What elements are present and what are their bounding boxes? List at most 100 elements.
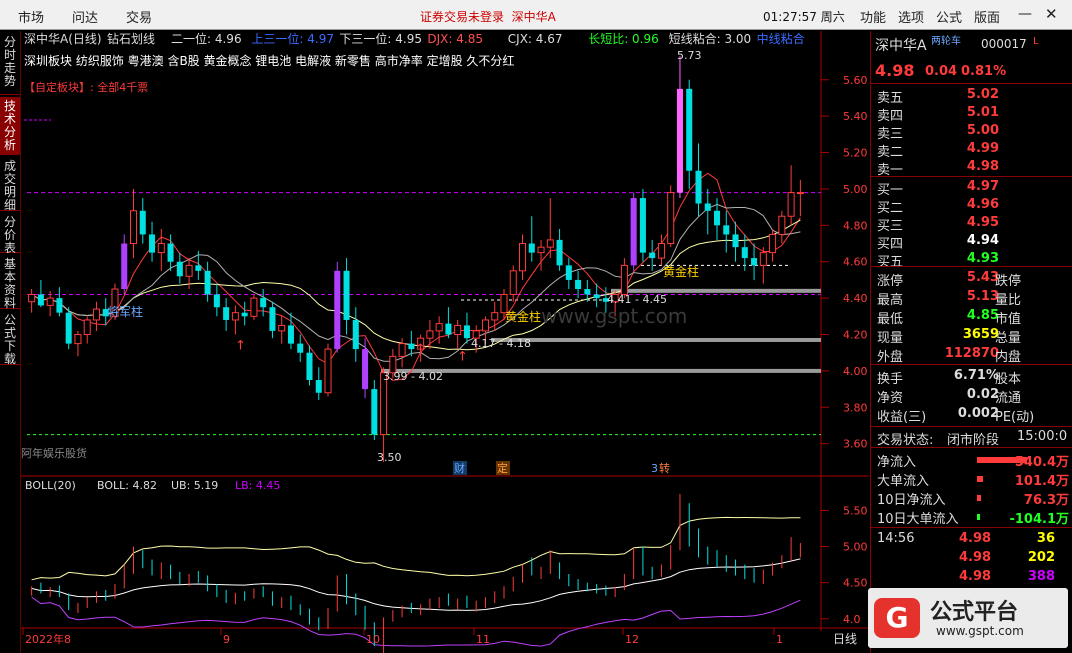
menu-layout[interactable]: 版面 (974, 7, 1000, 26)
ask-row[interactable]: 卖一 4.98 (875, 159, 1069, 178)
price-tick-label: 3.80 (843, 401, 868, 414)
ask-row[interactable]: 卖二 4.99 (875, 141, 1069, 160)
menu-access[interactable]: 问达 (72, 7, 98, 26)
author-tag: 阿年娱乐股货 (21, 446, 87, 460)
header-value-4: DJX: 4.85 (427, 32, 483, 46)
custom-block: 【自定板块】: 全部4千票 (24, 80, 148, 94)
candle-body (787, 192, 795, 217)
candle-body (92, 308, 100, 321)
support-band (491, 337, 821, 342)
flow-bar (977, 514, 980, 520)
price-tick-label: 5.20 (843, 147, 868, 160)
candle-body (398, 343, 406, 357)
quote-name: 深中华A (875, 38, 927, 54)
range-label-2: 4.17 - 4.18 (471, 337, 531, 350)
candle-body (509, 270, 517, 295)
period-label[interactable]: 日线 (833, 632, 857, 646)
ask-row[interactable]: 卖五 5.02 (875, 87, 1069, 106)
gold-bar-label-2: 黄金柱 (663, 264, 699, 279)
menu-trade[interactable]: 交易 (126, 7, 152, 26)
candle-body (463, 325, 470, 339)
candle-body (556, 239, 563, 266)
candle-body (575, 279, 582, 290)
candle-body (46, 297, 54, 306)
side-tab-1[interactable]: 分时走势 (0, 33, 20, 95)
candle-body (250, 297, 258, 317)
login-status: 证券交易未登录 深中华A (420, 10, 556, 24)
flow-row: 10日净流入 76.3万 (877, 493, 1069, 508)
boll-ub: UB: 5.19 (171, 479, 218, 492)
candle-body (231, 312, 239, 321)
header-value-7: 短线粘合: 3.00 (669, 31, 752, 46)
bid-row[interactable]: 买一 4.97 (875, 179, 1069, 198)
ask-row[interactable]: 卖三 5.00 (875, 123, 1069, 142)
header-value-6: 长短比: 0.96 (588, 32, 659, 46)
candle-body (454, 324, 462, 336)
header-value-3: 下三一位: 4.95 (339, 31, 422, 46)
candle-body (352, 319, 359, 350)
price-tick-label: 4.80 (843, 219, 868, 232)
candle-body (223, 307, 230, 320)
side-tab-2[interactable]: 技术分析 (0, 97, 20, 155)
flow-bar (977, 495, 981, 501)
minimize-icon[interactable]: — (1018, 6, 1032, 22)
candle-body (723, 225, 730, 235)
candle-body (686, 88, 693, 171)
price-tick-label: 5.60 (843, 74, 868, 87)
side-tab-4[interactable]: 分价表 (0, 213, 20, 255)
menu-options[interactable]: 选项 (898, 7, 924, 26)
stat-row: 最低 4.85 市值 (877, 308, 1022, 327)
flow-row: 净流入 540.4万 (877, 455, 1069, 470)
active-stock: 深中华A (511, 10, 556, 24)
buy-arrow-icon: ↑ (415, 342, 426, 357)
ding-marker: 定 (497, 461, 508, 475)
menu-market[interactable]: 市场 (18, 7, 44, 26)
boll-lb: LB: 4.45 (235, 479, 280, 492)
date-label: 2022年8 (25, 632, 71, 646)
price-tick-label: 5.00 (843, 183, 868, 196)
side-tabs: 分时走势 技术分析 成交明细 分价表 基本资料 公式下载 (0, 31, 21, 653)
bid-row[interactable]: 买四 4.94 (875, 233, 1069, 252)
side-tab-5[interactable]: 基本资料 (0, 255, 20, 310)
date-label: 10 (366, 633, 380, 646)
kline-chart[interactable]: 深中华A(日线) 钻石划线 二一位: 4.96 上三一位: 4.97 下三一位: 4… (21, 31, 869, 653)
clock: 01:27:57 周六 (763, 10, 845, 24)
close-icon[interactable]: ✕ (1045, 5, 1058, 23)
side-tab-3[interactable]: 成交明细 (0, 157, 20, 212)
gold-bar-label-1: 黄金柱 (505, 309, 541, 324)
candle-body (528, 243, 535, 253)
candle-body (185, 264, 193, 277)
candle-body (667, 192, 675, 245)
candle-body (408, 343, 415, 350)
candle-body (769, 233, 777, 254)
bid-row[interactable]: 买二 4.96 (875, 197, 1069, 216)
flow-row: 大单流入 101.4万 (877, 474, 1069, 489)
date-label: 11 (476, 633, 490, 646)
candle-body (195, 265, 202, 271)
candle-body (546, 239, 554, 248)
stat-row: 最高 5.13 量比 (877, 289, 1022, 308)
candle-body (491, 312, 499, 321)
stat-row: 外盘 112870 内盘 (877, 346, 1022, 365)
bid-row[interactable]: 买三 4.95 (875, 215, 1069, 234)
candle-body (343, 270, 350, 320)
indicator-name[interactable]: 钻石划线 (107, 31, 155, 46)
quote-code: 000017 (981, 37, 1027, 51)
candle-body (362, 349, 369, 390)
candle-body (167, 243, 174, 262)
menu-function[interactable]: 功能 (860, 7, 886, 26)
stat-row: 净资 0.02 流通 (877, 387, 1022, 406)
ask-row[interactable]: 卖四 5.01 (875, 105, 1069, 124)
date-label: 12 (625, 633, 639, 646)
menu-formula[interactable]: 公式 (936, 7, 962, 26)
candle-body (28, 293, 36, 303)
header-value-5: CJX: 4.67 (508, 32, 563, 46)
trade-state: 交易状态: 闭市阶段 15:00:0 (877, 429, 1068, 448)
candle-body (593, 294, 600, 299)
header-value-1: 二一位: 4.96 (171, 31, 242, 46)
range-label-1: 3.99 - 4.02 (383, 370, 443, 383)
stat-row: 换手 6.71% 股本 (877, 368, 1022, 387)
side-tab-6[interactable]: 公式下载 (0, 311, 20, 366)
candle-body (37, 294, 44, 306)
candle-body (260, 298, 267, 308)
